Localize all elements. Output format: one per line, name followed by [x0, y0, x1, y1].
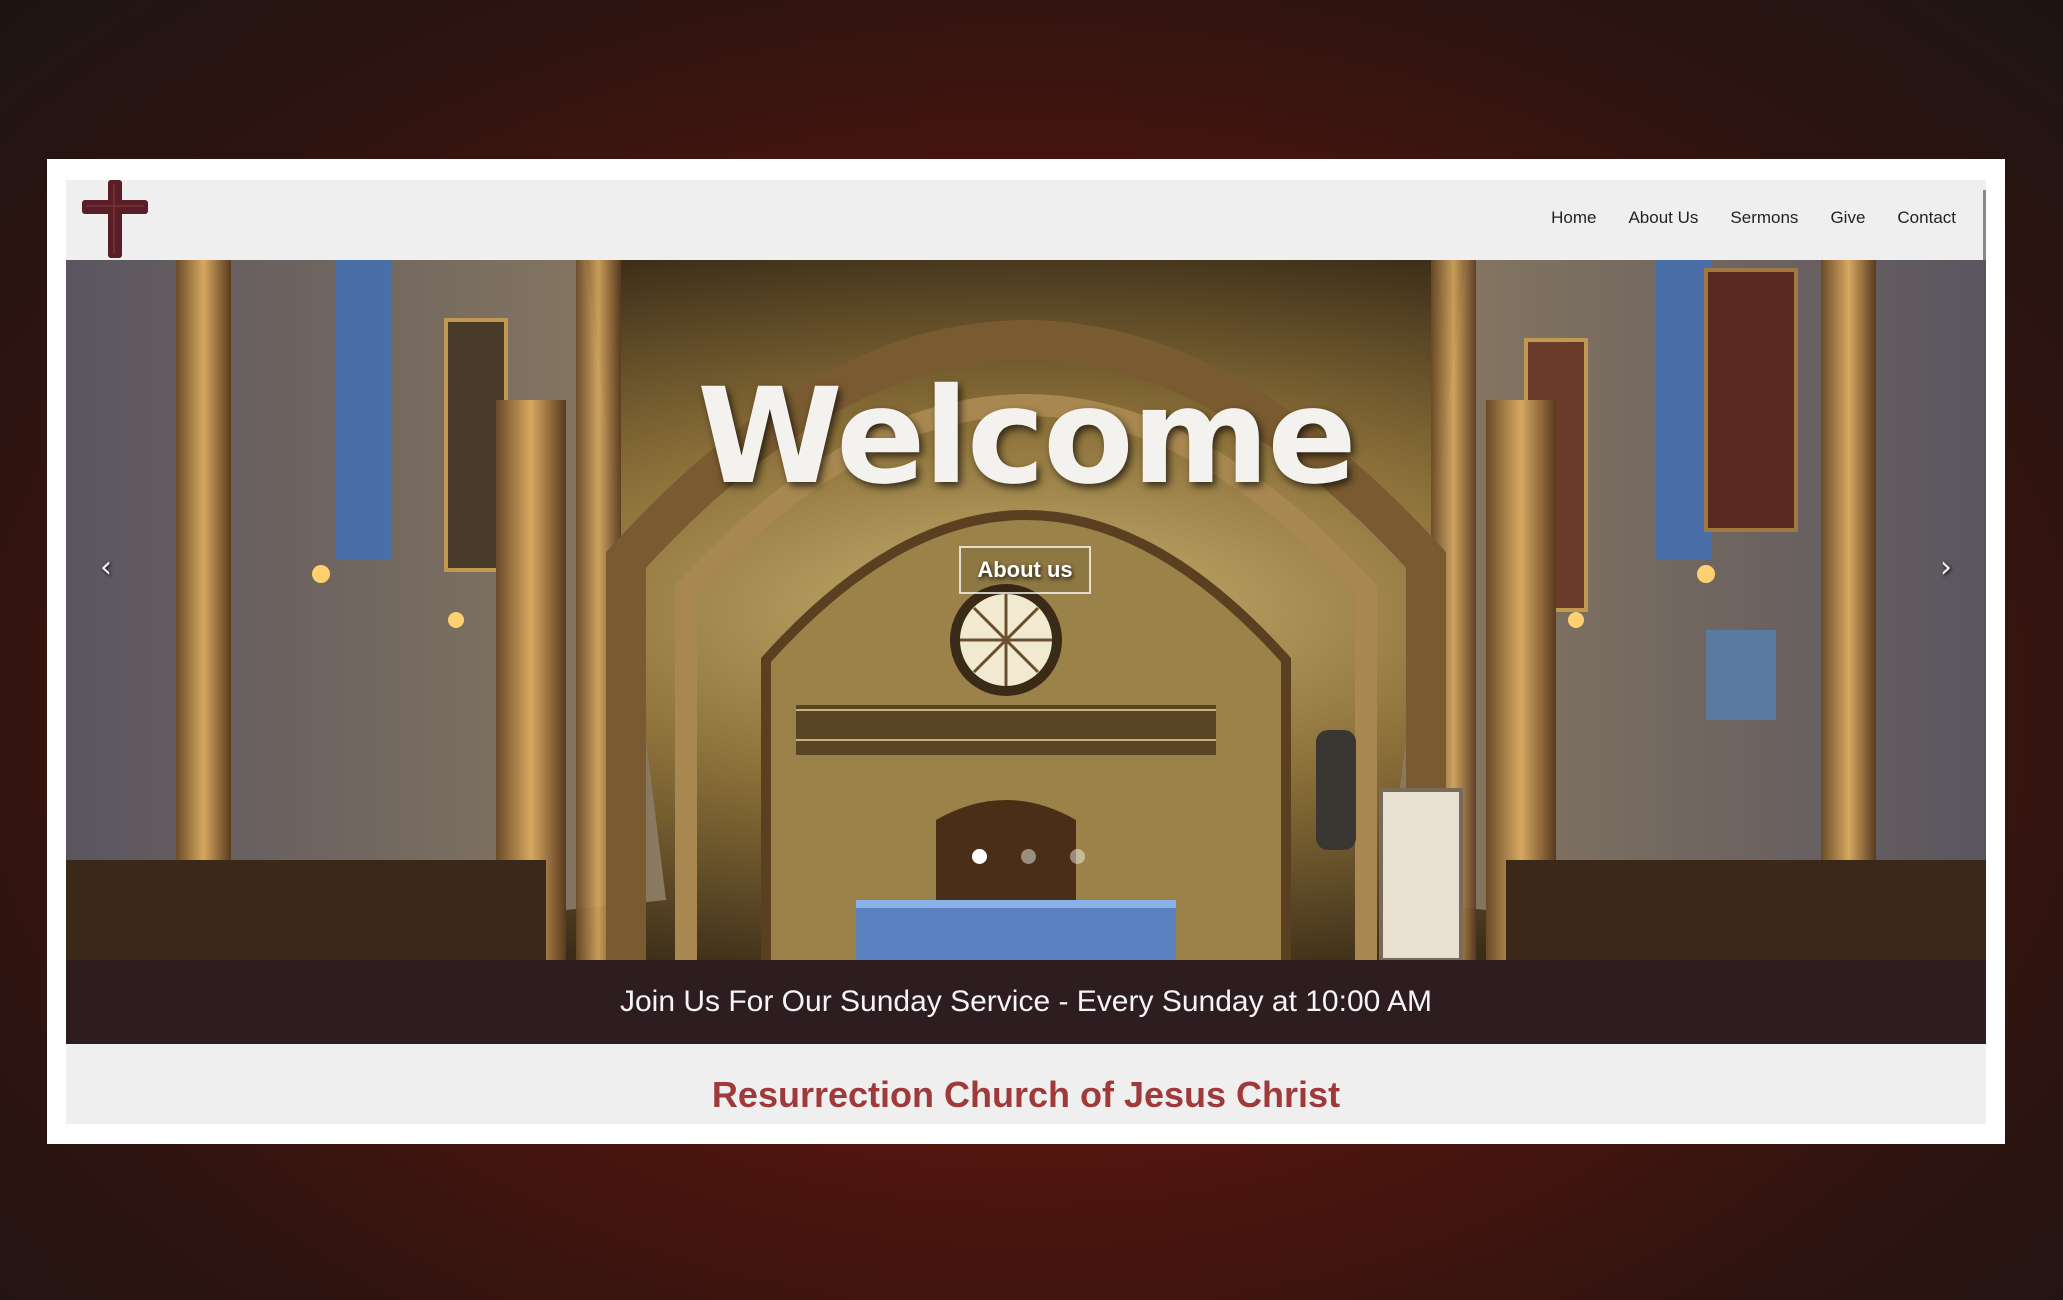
browser-frame: Home About Us Sermons Give Contact Welco… — [47, 159, 2005, 1144]
church-name-heading: Resurrection Church of Jesus Christ — [711, 1074, 1341, 1115]
service-announcement: Join Us For Our Sunday Service - Every S… — [66, 960, 1986, 1044]
about-us-button[interactable]: About us — [959, 546, 1091, 594]
carousel-dot[interactable] — [1021, 849, 1036, 864]
nav-link-contact[interactable]: Contact — [1897, 208, 1956, 228]
carousel-prev-arrow[interactable]: ‹ — [100, 550, 112, 585]
nav-link-give[interactable]: Give — [1830, 208, 1865, 228]
website: Home About Us Sermons Give Contact Welco… — [66, 180, 1986, 1124]
hero-title: Welcome — [697, 360, 1357, 514]
carousel-indicators — [972, 849, 1085, 864]
carousel-dot[interactable] — [972, 849, 987, 864]
cross-icon[interactable] — [82, 180, 148, 258]
nav-link-home[interactable]: Home — [1551, 208, 1596, 228]
navbar: Home About Us Sermons Give Contact — [66, 180, 1986, 260]
nav-link-about-us[interactable]: About Us — [1628, 208, 1698, 228]
hero-carousel: Welcome About us ‹ › — [66, 260, 1986, 960]
carousel-dot[interactable] — [1070, 849, 1085, 864]
nav-link-sermons[interactable]: Sermons — [1730, 208, 1798, 228]
carousel-next-arrow[interactable]: › — [1940, 550, 1952, 585]
nav-scrollbar[interactable] — [1983, 190, 1986, 260]
nav-links: Home About Us Sermons Give Contact — [1551, 208, 1956, 228]
